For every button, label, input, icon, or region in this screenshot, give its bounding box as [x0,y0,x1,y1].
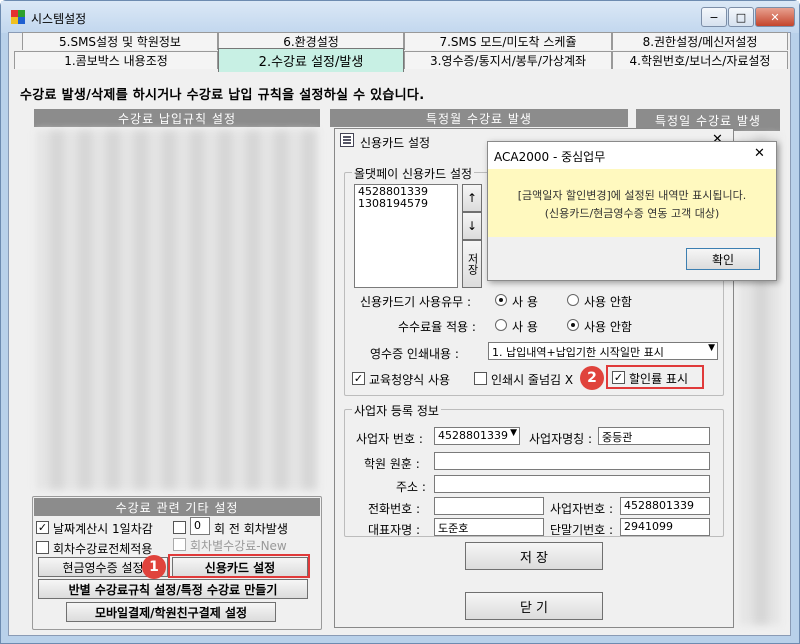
daycalc-label: 날짜계산시 1일차감 [53,522,153,536]
line-wrap-checkbox[interactable] [474,372,487,385]
fee-on-radio[interactable] [495,319,507,331]
discount-display-label: 할인률 표시 [629,372,689,386]
tab-academy-number[interactable]: 4.학원번호/보너스/자료설정 [612,51,788,69]
terminal-field[interactable]: 2941099 [620,518,710,536]
edu-form-checkbox[interactable]: ✓ [352,372,365,385]
card-save-button[interactable]: 저 장 [465,542,603,570]
new-checkbox[interactable] [173,538,186,551]
message-close-icon[interactable]: ✕ [754,146,765,161]
biz-no-label: 사업자 번호 : [356,432,423,446]
edu-form-label: 교육청양식 사용 [369,373,451,387]
info-text: 수강료 발생/삭제를 하시거나 수강료 납입 규칙을 설정하실 수 있습니다. [20,88,425,103]
message-body: [금액일자 할인변경]에 설정된 내역만 표시됩니다. (신용카드/현금영수증 … [488,169,776,237]
card-terminal-list[interactable]: 4528801339 1308194579 [354,184,458,288]
use-off-label: 사용 안함 [584,295,632,309]
business-info-title: 사업자 등록 정보 [352,402,441,419]
close-icon: ✕ [770,10,780,24]
other-settings-title: 수강료 관련 기타 설정 [34,498,320,516]
blurred-rules-area [36,130,318,490]
move-down-button[interactable]: ↓ [462,212,482,240]
times-label: 회 전 회차발생 [214,522,288,536]
card-dialog-title: 신용카드 설정 [360,136,431,150]
app-icon [11,10,25,24]
fee-off-label: 사용 안함 [584,320,632,334]
step-badge-1: 1 [142,555,166,579]
highlight-box-1 [168,554,310,578]
academy-motto-field[interactable] [434,452,710,470]
biz-no-value: 4528801339 [438,429,508,442]
title-bar: 시스템설정 − □ ✕ [1,1,799,33]
list-item[interactable]: 1308194579 [358,198,454,210]
biz-name-field[interactable]: 중등관 [598,427,710,445]
biz-no2-label: 사업자번호 : [550,502,614,516]
address-field[interactable] [434,475,710,493]
message-title: ACA2000 - 중심업무 [494,150,606,164]
mobile-payment-button[interactable]: 모바일결제/학원친구결제 설정 [66,602,276,622]
maximize-icon: □ [735,10,747,24]
fee-off-radio[interactable] [567,319,579,331]
overall-checkbox[interactable] [36,541,49,554]
message-line-2: (신용카드/현금영수증 연동 고객 대상) [544,207,720,220]
minimize-icon: − [709,10,719,24]
close-button[interactable]: ✕ [755,7,795,27]
line-wrap-label: 인쇄시 줄넘김 X [491,373,574,387]
ceo-label: 대표자명 : [368,523,421,537]
message-ok-button[interactable]: 확인 [686,248,760,270]
biz-no2-field[interactable]: 4528801339 [620,497,710,515]
use-label: 신용카드기 사용유무 : [360,295,472,309]
fee-label: 수수료율 적용 : [398,320,476,334]
biz-name-label: 사업자명칭 : [529,432,593,446]
card-close-button[interactable]: 닫 기 [465,592,603,620]
terminal-label: 단말기번호 : [550,523,614,537]
panel-header-monthly: 특정월 수강료 발생 [330,109,628,127]
print-label: 영수증 인쇄내용 : [370,347,459,361]
tab-tuition-settings[interactable]: 2.수강료 설정/발생 [218,48,404,72]
class-tuition-button[interactable]: 반별 수강료규칙 설정/특정 수강료 만들기 [38,579,308,599]
overall-label: 회차수강료전체적용 [53,542,153,556]
times-checkbox[interactable] [173,521,186,534]
tab-permission[interactable]: 8.권한설정/메신저설정 [612,32,788,50]
panel-header-tuition-rules: 수강료 납입규칙 설정 [34,109,320,127]
move-up-button[interactable]: ↑ [462,184,482,212]
biz-no-select[interactable]: 4528801339 ▼ [434,427,520,445]
window-title: 시스템설정 [31,12,87,26]
ceo-field[interactable]: 도준호 [434,518,544,536]
new-label: 회차별수강료-New [190,539,287,553]
use-on-label: 사 용 [512,295,538,309]
use-on-radio[interactable] [495,294,507,306]
dialog-app-icon [340,133,354,147]
tab-sms-mode[interactable]: 7.SMS 모드/미도착 스케쥴 [404,32,612,50]
message-dialog: ACA2000 - 중심업무 ✕ [금액일자 할인변경]에 설정된 내역만 표시… [487,141,777,281]
phone-field[interactable] [434,497,544,515]
allthatpay-group-title: 올댓페이 신용카드 설정 [352,165,475,182]
address-label: 주소 : [396,480,426,494]
print-select-value: 1. 납입내역+납입기한 시작일만 표시 [492,346,664,359]
tab-sms-academy[interactable]: 5.SMS설정 및 학원정보 [22,32,218,50]
discount-display-checkbox[interactable]: ✓ [612,371,625,384]
use-off-radio[interactable] [567,294,579,306]
message-line-1: [금액일자 할인변경]에 설정된 내역만 표시됩니다. [517,189,747,202]
phone-label: 전화번호 : [368,502,421,516]
tab-combobox[interactable]: 1.콤보박스 내용조정 [14,51,218,69]
daycalc-checkbox[interactable]: ✓ [36,521,49,534]
maximize-button[interactable]: □ [728,7,754,27]
chevron-down-icon: ▼ [708,343,715,353]
list-save-button[interactable]: 저장 [462,240,482,288]
times-input[interactable]: 0 [190,517,210,535]
fee-on-label: 사 용 [512,320,538,334]
tab-receipt[interactable]: 3.영수증/통지서/봉투/가상계좌 [404,51,612,69]
chevron-down-icon: ▼ [510,428,517,438]
minimize-button[interactable]: − [701,7,727,27]
academy-motto-label: 학원 원훈 : [364,457,420,471]
print-select[interactable]: 1. 납입내역+납입기한 시작일만 표시 ▼ [488,342,718,360]
step-badge-2: 2 [580,366,604,390]
